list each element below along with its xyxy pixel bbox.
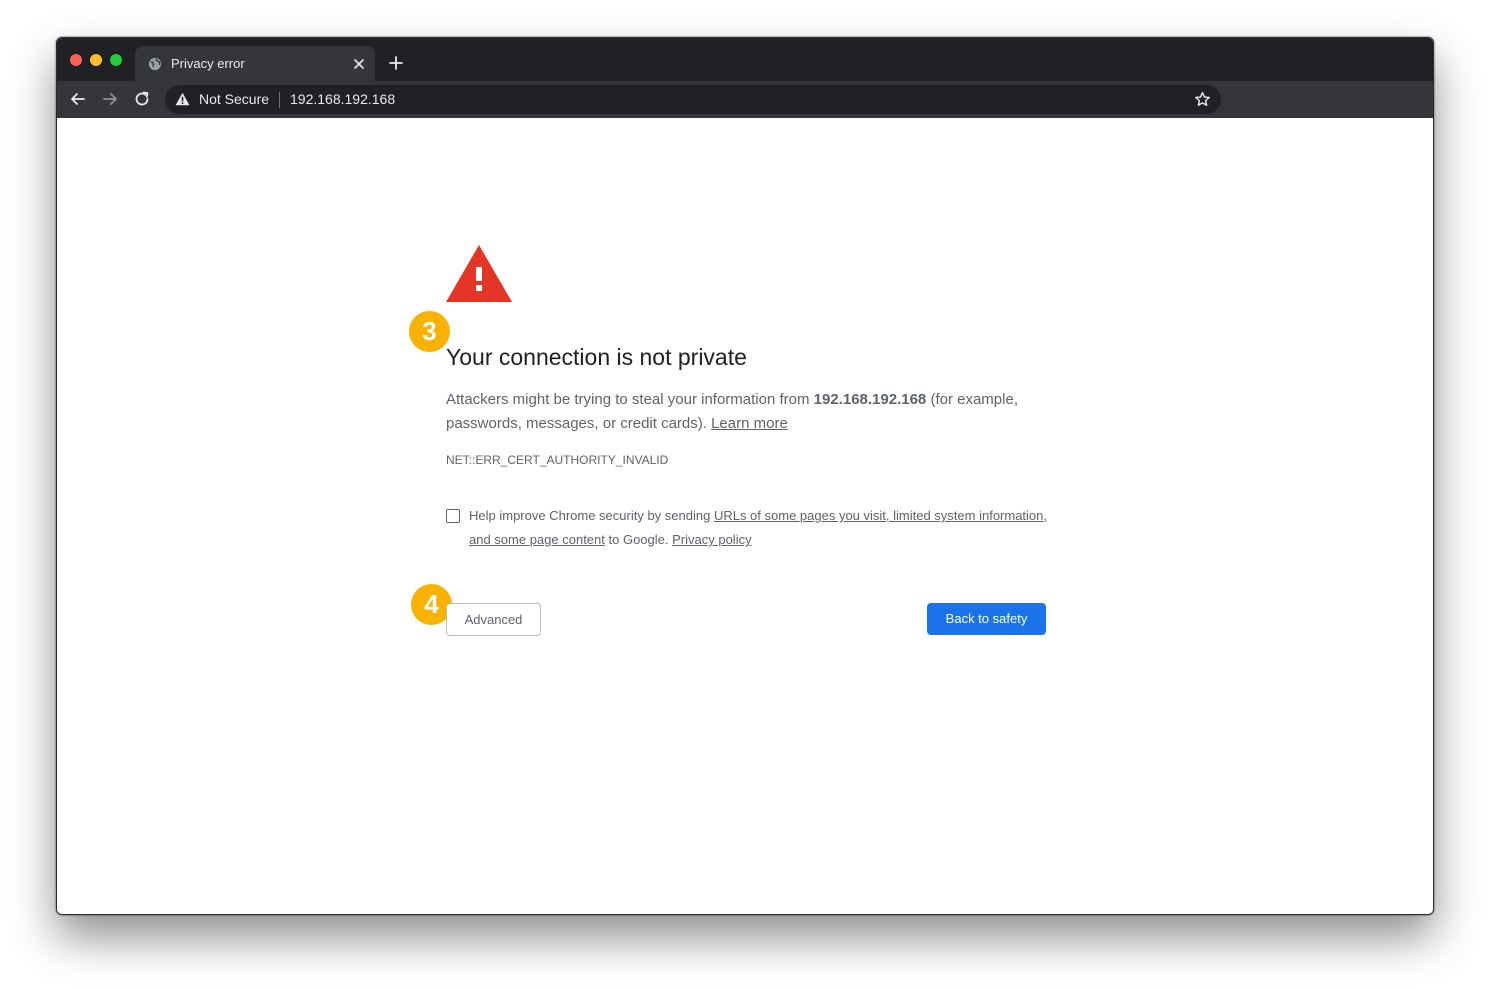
warning-icon[interactable] xyxy=(175,92,190,106)
globe-icon xyxy=(148,57,162,71)
minimize-window-button[interactable] xyxy=(90,54,102,66)
bookmark-star-icon[interactable] xyxy=(1194,91,1211,108)
privacy-policy-link[interactable]: Privacy policy xyxy=(672,532,751,547)
title-bar: Privacy error xyxy=(57,38,1433,81)
learn-more-link[interactable]: Learn more xyxy=(711,415,788,432)
page-title: Your connection is not private xyxy=(446,344,747,370)
address-bar[interactable]: Not Secure 192.168.192.168 xyxy=(165,85,1221,114)
divider xyxy=(279,92,280,108)
browser-toolbar: Not Secure 192.168.192.168 xyxy=(57,81,1433,118)
back-to-safety-button[interactable]: Back to safety xyxy=(927,603,1046,635)
close-tab-icon[interactable] xyxy=(352,57,366,71)
tab-privacy-error[interactable]: Privacy error xyxy=(135,46,375,81)
error-code: NET::ERR_CERT_AUTHORITY_INVALID xyxy=(446,453,669,467)
error-description: Attackers might be trying to steal your … xyxy=(446,388,1066,436)
url-text[interactable]: 192.168.192.168 xyxy=(290,91,395,107)
reload-icon[interactable] xyxy=(133,90,151,108)
zoom-window-button[interactable] xyxy=(110,54,122,66)
back-arrow-icon[interactable] xyxy=(69,90,87,108)
security-optin-checkbox[interactable] xyxy=(446,509,460,523)
advanced-button[interactable]: Advanced xyxy=(446,603,541,636)
optin-text: Help improve Chrome security by sending … xyxy=(469,504,1049,552)
browser-window: Privacy error Not Secure 192.168.192.168… xyxy=(56,37,1434,915)
optin-middle: to Google. xyxy=(604,532,673,547)
close-window-button[interactable] xyxy=(70,54,82,66)
step-badge-3: 3 xyxy=(409,311,450,352)
tab-title: Privacy error xyxy=(171,56,245,71)
optin-prefix: Help improve Chrome security by sending xyxy=(469,508,714,523)
description-prefix: Attackers might be trying to steal your … xyxy=(446,391,814,408)
host-name: 192.168.192.168 xyxy=(813,391,927,408)
security-indicator[interactable]: Not Secure xyxy=(199,91,269,107)
warning-triangle-icon xyxy=(446,245,512,302)
page-content: 3 Your connection is not private Attacke… xyxy=(57,118,1433,914)
new-tab-icon[interactable] xyxy=(388,55,404,71)
forward-arrow-icon[interactable] xyxy=(101,90,119,108)
